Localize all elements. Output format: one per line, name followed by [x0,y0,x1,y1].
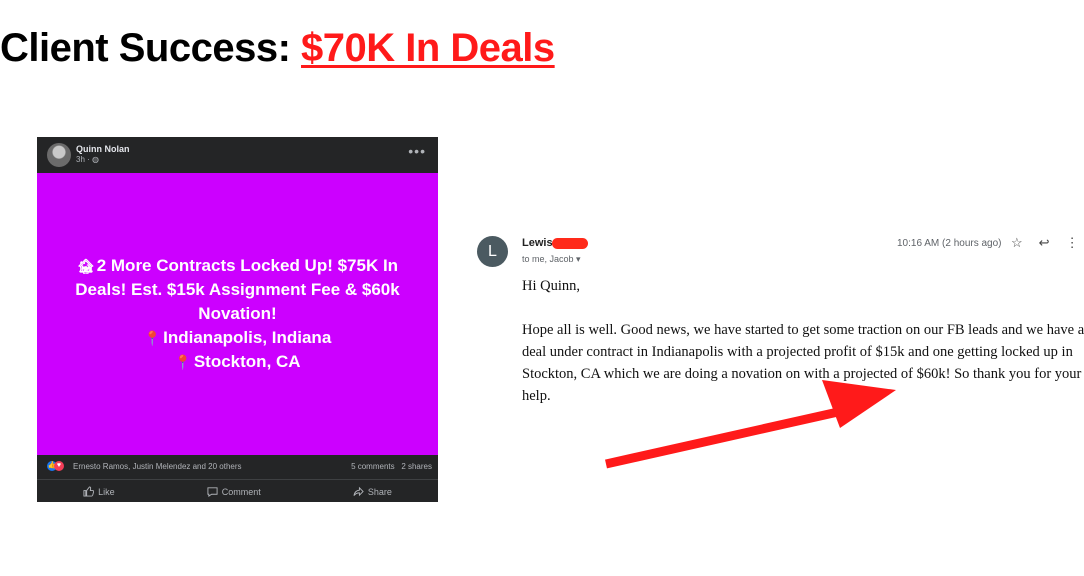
post-line-text: Indianapolis, Indiana [163,328,332,347]
post-line: Deals! Est. $15k Assignment Fee & $60k [75,280,400,299]
email-greeting: Hi Quinn, [522,278,580,294]
more-vert-icon[interactable]: ⋮ [1066,235,1079,251]
arrow-shaft [605,407,839,469]
reactions-names[interactable]: Ernesto Ramos, Justin Melendez and 20 ot… [73,462,242,471]
email-actions: ☆ ↩ ⋮ [1011,235,1079,251]
email-sender[interactable]: Lewis [522,237,553,249]
share-button[interactable]: Share [353,486,392,497]
facebook-post: Quinn Nolan 3h · ◍ ••• 🏚 2 More Contracts… [37,137,438,502]
avatar[interactable] [47,143,71,167]
recipients-text: to me, Jacob [522,254,574,264]
reaction-icons[interactable]: 👍♥ [47,461,64,471]
post-time-text: 3h · [76,155,90,164]
more-options-icon[interactable]: ••• [408,143,426,159]
page-headline: Client Success: $70K In Deals [0,26,555,71]
post-time: 3h · ◍ [76,155,99,164]
email-body-line: deal under contract in Indianapolis with… [522,344,1073,360]
post-line: Novation! [198,304,277,323]
pushpin-icon: 📍 [174,354,192,370]
engagement-counts: 5 comments 2 shares [351,462,432,471]
chevron-down-icon: ▾ [576,254,581,264]
email-body-line: Hope all is well. Good news, we have sta… [522,322,1084,338]
redaction-mark [552,238,588,249]
comments-count[interactable]: 5 comments [351,462,395,471]
share-icon [353,486,364,497]
globe-icon: ◍ [92,155,100,164]
post-author[interactable]: Quinn Nolan [76,144,130,154]
sender-avatar: L [477,236,508,267]
email-body-line: help. [522,388,551,404]
reactions-bar: 👍♥ Ernesto Ramos, Justin Melendez and 20… [37,455,438,477]
pushpin-icon: 📍 [143,330,162,346]
headline-highlight: $70K In Deals [301,26,555,70]
email-time: 10:16 AM (2 hours ago) [897,238,1002,249]
comment-icon [207,487,218,497]
like-label: Like [98,486,115,497]
post-actions: Like Comment Share [37,479,438,503]
comment-button[interactable]: Comment [207,486,261,497]
post-line-text: 2 More Contracts Locked Up! $75K In [96,256,399,275]
post-line-text: Stockton, CA [193,352,301,371]
comment-label: Comment [221,486,261,497]
email-recipients[interactable]: to me, Jacob ▾ [522,254,581,265]
like-button[interactable]: Like [83,486,115,497]
house-icon: 🏚 [76,258,95,274]
post-line: 🏚 2 More Contracts Locked Up! $75K In [77,254,398,278]
thumbs-up-icon [83,486,95,497]
post-body: 🏚 2 More Contracts Locked Up! $75K In Dea… [37,173,438,455]
post-header: Quinn Nolan 3h · ◍ ••• [37,137,438,173]
share-label: Share [367,486,392,497]
post-line: 📍 Indianapolis, Indiana [144,326,332,350]
reply-icon[interactable]: ↩ [1039,235,1050,251]
headline-prefix: Client Success: [0,26,302,70]
red-arrow-annotation [605,380,896,469]
post-line: 📍 Stockton, CA [174,350,300,374]
star-icon[interactable]: ☆ [1011,235,1023,251]
arrow-head [822,380,896,428]
shares-count[interactable]: 2 shares [401,462,432,471]
love-reaction-icon: ♥ [54,461,64,471]
